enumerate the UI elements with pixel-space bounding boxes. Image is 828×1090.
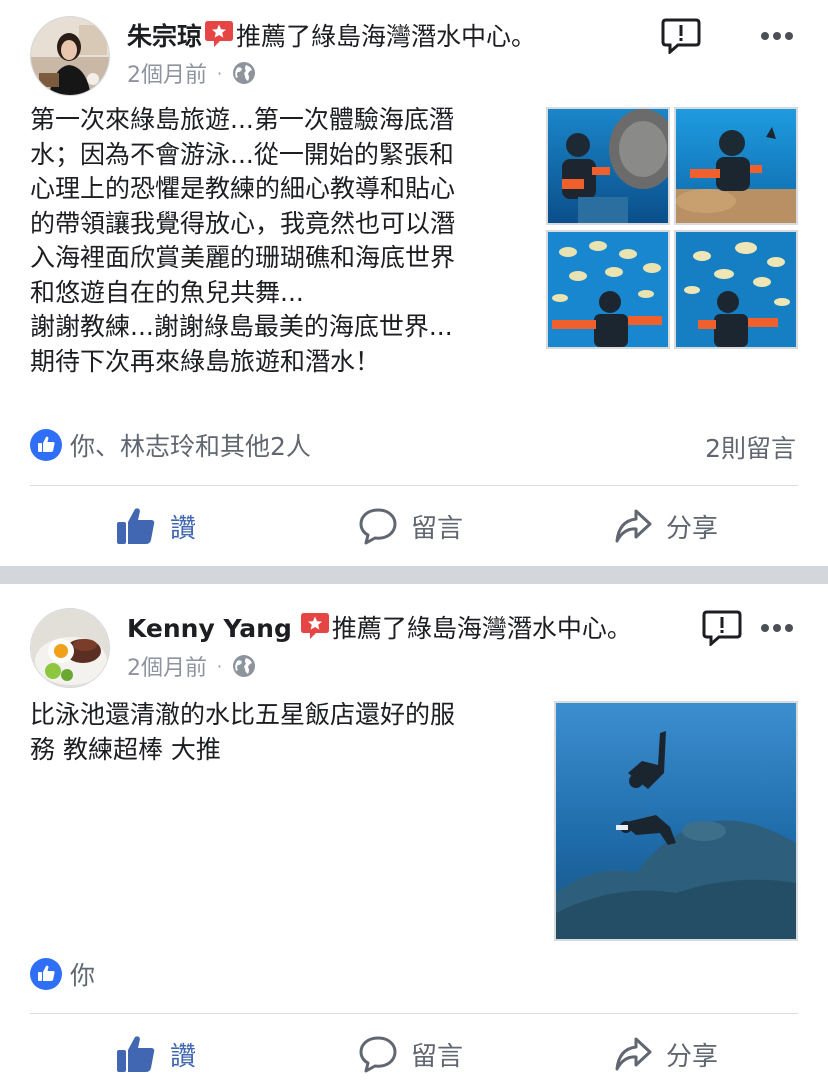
more-icon[interactable] bbox=[760, 614, 794, 634]
globe-icon bbox=[233, 655, 256, 677]
share-icon bbox=[615, 1037, 652, 1071]
comment-label: 留言 bbox=[411, 513, 464, 544]
recommend-text[interactable]: 推薦了綠島海灣潛水中心。 bbox=[236, 20, 536, 54]
reaction-names: 你、林志玲和其他2人 bbox=[70, 432, 311, 461]
meta-separator: · bbox=[217, 63, 223, 83]
post-photo[interactable] bbox=[674, 107, 798, 225]
comment-button[interactable]: 留言 bbox=[359, 496, 463, 556]
post-separator bbox=[0, 566, 828, 584]
meta-separator: · bbox=[217, 656, 223, 676]
comment-count[interactable]: 2則留言 bbox=[705, 429, 796, 465]
post-meta: 2個月前 · bbox=[127, 650, 256, 682]
timestamp[interactable]: 2個月前 bbox=[127, 650, 207, 682]
share-button[interactable]: 分享 bbox=[614, 496, 718, 556]
comment-button[interactable]: 留言 bbox=[359, 1024, 463, 1084]
post-text: 比泳池還清澈的水比五星飯店還好的服 務 教練超棒 大推 bbox=[30, 700, 456, 764]
thumbs-up-icon bbox=[117, 1036, 155, 1072]
post-photo[interactable] bbox=[674, 230, 798, 349]
divider bbox=[30, 485, 798, 486]
comment-icon bbox=[359, 1036, 397, 1073]
divider bbox=[30, 1013, 798, 1014]
photo-grid bbox=[546, 107, 798, 349]
globe-icon bbox=[233, 62, 256, 84]
comment-label: 留言 bbox=[411, 1041, 464, 1072]
thumbs-up-icon bbox=[117, 508, 155, 544]
post-photo[interactable] bbox=[554, 701, 798, 941]
report-icon[interactable] bbox=[702, 610, 742, 648]
timestamp[interactable]: 2個月前 bbox=[127, 57, 207, 89]
post-card: 朱宗琼 推薦了綠島海灣潛水中心。 2個月前 · 第一次來綠島旅遊...第一次體驗… bbox=[0, 0, 828, 566]
action-bar: 讚 留言 分享 bbox=[0, 1024, 828, 1084]
like-badge-icon bbox=[30, 958, 62, 990]
recommend-star-icon bbox=[204, 19, 234, 49]
like-label: 讚 bbox=[170, 513, 197, 544]
author-name[interactable]: 朱宗琼 bbox=[127, 20, 202, 54]
report-icon[interactable] bbox=[661, 18, 701, 56]
more-icon[interactable] bbox=[760, 22, 794, 42]
reaction-names: 你 bbox=[70, 961, 96, 990]
like-badge-icon bbox=[30, 429, 62, 461]
share-icon bbox=[615, 509, 652, 543]
post-text: 第一次來綠島旅遊...第一次體驗海底潛 水；因為不會游泳...從一開始的緊張和 … bbox=[30, 105, 456, 376]
share-label: 分享 bbox=[666, 513, 719, 544]
post-header: Kenny Yang 推薦了綠島海灣潛水中心。 bbox=[127, 612, 632, 646]
recommend-text[interactable]: 推薦了綠島海灣潛水中心。 bbox=[332, 612, 632, 646]
like-label: 讚 bbox=[170, 1041, 197, 1072]
avatar[interactable] bbox=[30, 608, 110, 688]
avatar[interactable] bbox=[30, 16, 110, 96]
share-button[interactable]: 分享 bbox=[614, 1024, 718, 1084]
post-meta: 2個月前 · bbox=[127, 57, 256, 89]
post-photo[interactable] bbox=[546, 230, 670, 349]
like-button[interactable]: 讚 bbox=[116, 1024, 196, 1084]
post-card: Kenny Yang 推薦了綠島海灣潛水中心。 2個月前 · 比泳池還清澈的水比… bbox=[0, 584, 828, 1090]
post-header: 朱宗琼 推薦了綠島海灣潛水中心。 bbox=[127, 20, 536, 54]
comment-icon bbox=[359, 508, 397, 545]
reaction-summary[interactable]: 你 bbox=[30, 956, 95, 992]
share-label: 分享 bbox=[666, 1041, 719, 1072]
like-button[interactable]: 讚 bbox=[116, 496, 196, 556]
action-bar: 讚 留言 分享 bbox=[0, 496, 828, 556]
author-name[interactable]: Kenny Yang bbox=[127, 612, 292, 646]
recommend-star-icon bbox=[300, 611, 330, 641]
post-photo[interactable] bbox=[546, 107, 670, 225]
reaction-summary[interactable]: 你、林志玲和其他2人 bbox=[30, 427, 311, 463]
